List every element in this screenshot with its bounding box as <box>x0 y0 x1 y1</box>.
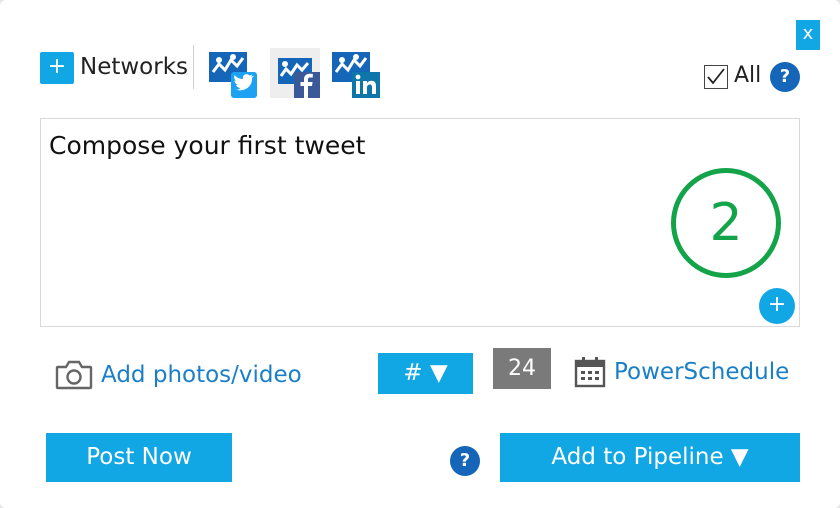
post-now-button[interactable]: Post Now <box>46 433 232 482</box>
facebook-account-icon <box>270 48 320 98</box>
checkmark-icon <box>707 68 725 85</box>
pipeline-help-icon[interactable]: ? <box>450 446 480 476</box>
linkedin-account-icon <box>332 52 380 98</box>
facebook-account[interactable] <box>270 48 320 98</box>
character-count: 24 <box>493 348 551 389</box>
networks-divider <box>193 45 194 89</box>
camera-icon <box>55 360 93 390</box>
powerschedule-label: PowerSchedule <box>614 359 790 385</box>
networks-help-icon[interactable]: ? <box>770 62 800 92</box>
powerschedule-link[interactable]: PowerSchedule <box>574 354 789 390</box>
calendar-icon <box>574 357 606 388</box>
compose-text: Compose your first tweet <box>49 131 366 160</box>
add-photos-label: Add photos/video <box>101 362 302 388</box>
add-to-pipeline-button[interactable]: Add to Pipeline ▼ <box>500 433 800 482</box>
linkedin-account[interactable] <box>330 48 380 98</box>
compose-add-button[interactable]: + <box>759 288 795 324</box>
post-composer-dialog: x + Networks All ? Compose your first tw… <box>0 0 840 508</box>
select-all-label: All <box>734 63 762 88</box>
close-button[interactable]: x <box>796 20 820 50</box>
twitter-account[interactable] <box>207 48 257 98</box>
add-network-button[interactable]: + <box>40 52 74 84</box>
select-all-checkbox[interactable] <box>704 65 728 89</box>
hashtag-dropdown[interactable]: # ▼ <box>378 353 473 394</box>
compose-textarea[interactable]: Compose your first tweet 2 + <box>40 118 800 327</box>
step-indicator: 2 <box>671 168 781 278</box>
add-photos-video-link[interactable]: Add photos/video <box>55 358 302 392</box>
twitter-account-icon <box>209 52 257 98</box>
networks-label: Networks <box>80 54 189 80</box>
